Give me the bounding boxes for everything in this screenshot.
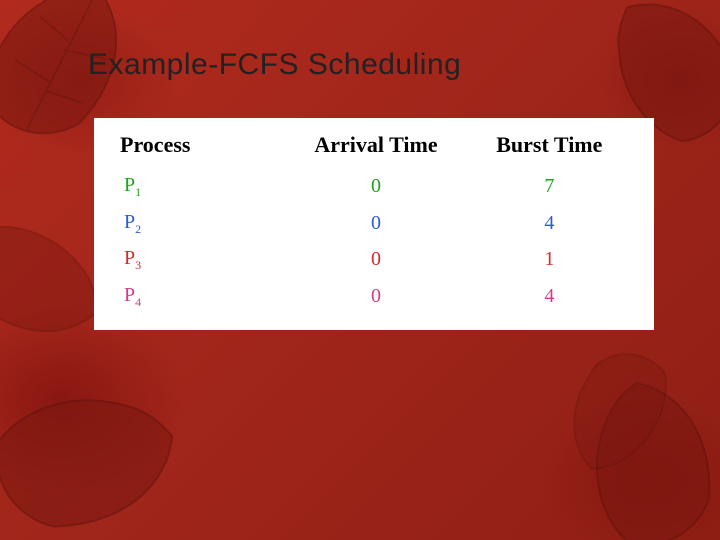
cell-burst: 4 <box>463 278 636 315</box>
cell-process: P3 <box>116 241 289 278</box>
process-subscript: 1 <box>135 185 141 199</box>
cell-arrival: 0 <box>289 168 462 205</box>
process-subscript: 2 <box>135 222 141 236</box>
process-subscript: 4 <box>135 295 141 309</box>
slide-title: Example-FCFS Scheduling <box>88 48 461 82</box>
cell-arrival: 0 <box>289 205 462 242</box>
table-panel: Process Arrival Time Burst Time P107P204… <box>94 118 654 330</box>
cell-process: P4 <box>116 278 289 315</box>
process-table: Process Arrival Time Burst Time P107P204… <box>116 132 636 314</box>
cell-burst: 1 <box>463 241 636 278</box>
process-label: P <box>124 211 135 233</box>
process-label: P <box>124 174 135 196</box>
table-row: P204 <box>116 205 636 242</box>
process-label: P <box>124 284 135 306</box>
col-process: Process <box>116 132 289 168</box>
col-burst: Burst Time <box>463 132 636 168</box>
table-row: P301 <box>116 241 636 278</box>
process-label: P <box>124 247 135 269</box>
cell-burst: 4 <box>463 205 636 242</box>
cell-arrival: 0 <box>289 278 462 315</box>
cell-arrival: 0 <box>289 241 462 278</box>
table-header-row: Process Arrival Time Burst Time <box>116 132 636 168</box>
cell-burst: 7 <box>463 168 636 205</box>
table-row: P404 <box>116 278 636 315</box>
col-arrival: Arrival Time <box>289 132 462 168</box>
cell-process: P2 <box>116 205 289 242</box>
process-subscript: 3 <box>135 258 141 272</box>
table-row: P107 <box>116 168 636 205</box>
cell-process: P1 <box>116 168 289 205</box>
